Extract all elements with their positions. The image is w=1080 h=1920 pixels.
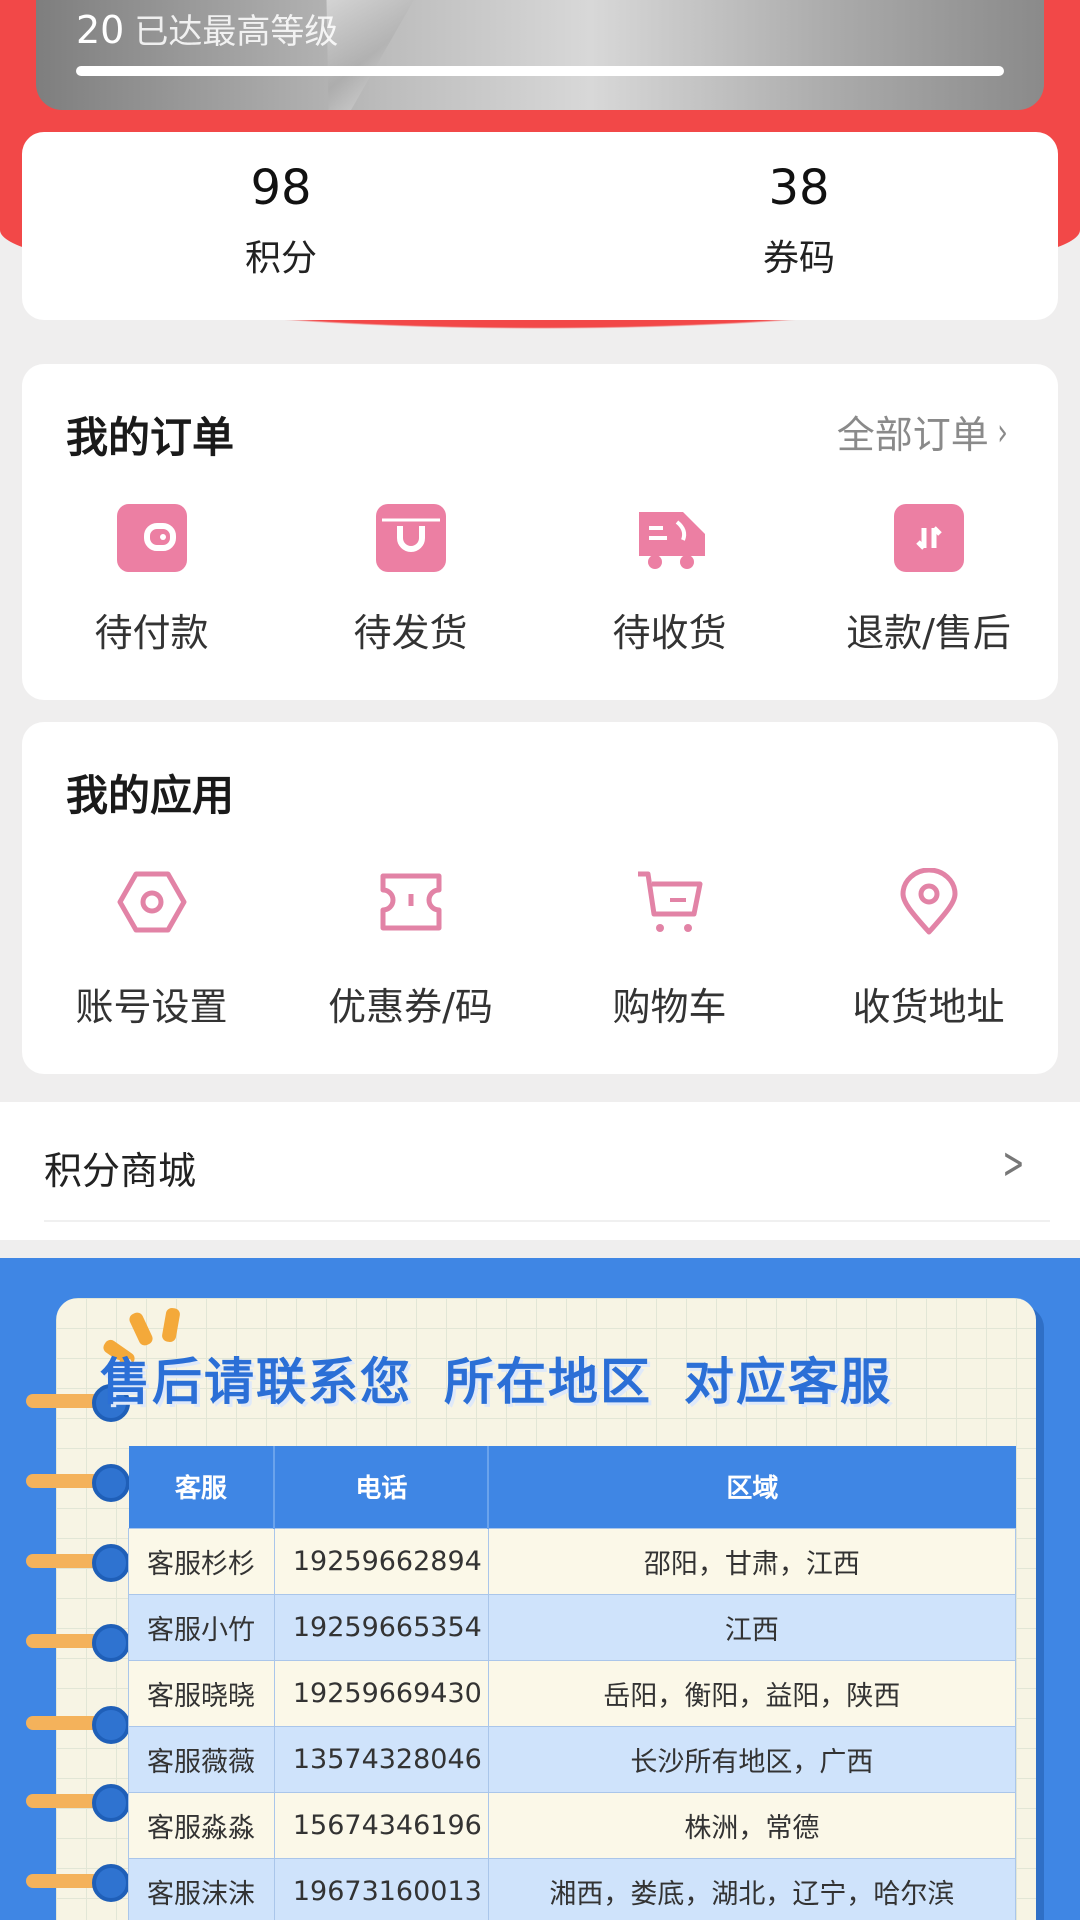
agent-name: 客服淼淼 [128, 1791, 275, 1859]
order-pending-receipt[interactable]: 待收货 [540, 504, 799, 657]
all-orders-link[interactable]: 全部订单 › [837, 404, 1010, 459]
member-level-card[interactable]: 20 已达最高等级 [36, 0, 1044, 110]
agent-region: 株洲，常德 [487, 1791, 1017, 1859]
apps-card: 我的应用 账号设置 优惠券/码 购物车 收货地址 [22, 722, 1058, 1074]
customer-service-table: 客服 电话 区域 客服杉杉 19259662894 邵阳，甘肃，江西 客服小竹 … [128, 1446, 1017, 1920]
agent-phone: 19673160013 [273, 1857, 489, 1920]
coupon-icon [375, 868, 447, 940]
points-label: 积分 [244, 237, 317, 279]
app-item-label: 优惠券/码 [328, 985, 493, 1029]
column-header: 电话 [274, 1446, 490, 1528]
level-status: 已达最高等级 [134, 12, 339, 52]
order-item-label: 退款/售后 [846, 611, 1011, 655]
agent-name: 客服薇薇 [128, 1725, 275, 1793]
agent-phone: 19259662894 [273, 1527, 489, 1595]
all-orders-label: 全部订单 [836, 413, 989, 457]
table-row: 客服沫沫 19673160013 湘西，娄底，湖北，辽宁，哈尔滨 [128, 1857, 1017, 1920]
coupons-value: 38 [768, 160, 830, 216]
table-row: 客服晓晓 19259669430 岳阳，衡阳，益阳，陕西 [128, 1659, 1017, 1727]
table-header-row: 客服 电话 区域 [128, 1446, 1016, 1528]
agent-region: 江西 [487, 1593, 1017, 1661]
level-progress-bar [76, 66, 1004, 76]
agent-phone: 15674346196 [273, 1791, 489, 1859]
chevron-right-icon: > [1002, 1138, 1025, 1189]
banner-title-part: 售后请联系您 [100, 1353, 412, 1411]
location-pin-icon [893, 867, 965, 940]
package-icon [375, 504, 446, 572]
app-item-label: 购物车 [612, 985, 727, 1029]
agent-phone: 19259665354 [273, 1593, 489, 1661]
orders-title: 我的订单 [66, 413, 235, 462]
agent-region: 长沙所有地区，广西 [487, 1725, 1017, 1793]
agent-region: 岳阳，衡阳，益阳，陕西 [487, 1659, 1017, 1727]
app-account-settings[interactable]: 账号设置 [22, 868, 281, 1031]
shopping-cart-icon [634, 868, 706, 940]
agent-region: 湘西，娄底，湖北，辽宁，哈尔滨 [487, 1857, 1017, 1920]
stat-points[interactable]: 98 积分 [22, 132, 540, 320]
order-item-label: 待收货 [612, 611, 727, 655]
app-coupons[interactable]: 优惠券/码 [281, 868, 540, 1031]
divider [44, 1220, 1050, 1222]
wallet-icon [116, 504, 187, 572]
order-item-label: 待付款 [94, 611, 209, 655]
banner-title-part: 对应客服 [684, 1353, 892, 1411]
app-item-label: 账号设置 [75, 985, 228, 1029]
agent-region: 邵阳，甘肃，江西 [487, 1527, 1017, 1595]
table-row: 客服薇薇 13574328046 长沙所有地区，广西 [128, 1725, 1017, 1793]
order-status-grid: 待付款 待发货 待收货 退款/售后 [22, 504, 1058, 657]
points-value: 98 [250, 160, 312, 216]
order-pending-payment[interactable]: 待付款 [22, 504, 281, 657]
agent-phone: 13574328046 [273, 1725, 489, 1793]
order-pending-shipment[interactable]: 待发货 [281, 504, 540, 657]
points-mall-row[interactable]: 积分商城 > [0, 1102, 1080, 1240]
agent-name: 客服沫沫 [128, 1857, 275, 1920]
app-shopping-cart[interactable]: 购物车 [540, 868, 799, 1031]
apps-grid: 账号设置 优惠券/码 购物车 收货地址 [22, 867, 1058, 1031]
chevron-right-icon: › [997, 409, 1008, 454]
agent-phone: 19259669430 [273, 1659, 489, 1727]
stat-coupons[interactable]: 38 券码 [540, 132, 1058, 320]
order-item-label: 待发货 [353, 611, 468, 655]
orders-card: 我的订单 全部订单 › 待付款 待发货 待收货 退款/售后 [22, 364, 1058, 700]
apps-title: 我的应用 [66, 771, 235, 820]
coupons-label: 券码 [762, 237, 835, 279]
column-header: 客服 [128, 1446, 276, 1528]
banner-title-part: 所在地区 [444, 1353, 652, 1411]
table-row: 客服淼淼 15674346196 株洲，常德 [128, 1791, 1017, 1859]
level-info: 20 已达最高等级 [76, 4, 338, 53]
app-item-label: 收货地址 [852, 985, 1005, 1029]
app-shipping-address[interactable]: 收货地址 [799, 867, 1058, 1031]
agent-name: 客服晓晓 [128, 1659, 275, 1727]
banner-title: 售后请联系您 所在地区 对应客服 [100, 1342, 1020, 1414]
stats-card: 98 积分 38 券码 [22, 132, 1058, 320]
table-row: 客服小竹 19259665354 江西 [128, 1593, 1017, 1661]
customer-service-banner[interactable]: 售后请联系您 所在地区 对应客服 客服 电话 区域 客服杉杉 19259662894… [0, 1258, 1080, 1920]
order-refund-aftersale[interactable]: 退款/售后 [799, 504, 1058, 657]
delivery-truck-icon [635, 504, 705, 572]
table-row: 客服杉杉 19259662894 邵阳，甘肃，江西 [128, 1527, 1017, 1595]
points-mall-label: 积分商城 [44, 1149, 197, 1193]
agent-name: 客服杉杉 [128, 1527, 275, 1595]
agent-name: 客服小竹 [128, 1593, 275, 1661]
refund-icon [893, 504, 964, 572]
level-number: 20 [76, 8, 125, 52]
settings-hexagon-icon [116, 868, 188, 940]
column-header: 区域 [488, 1446, 1016, 1528]
